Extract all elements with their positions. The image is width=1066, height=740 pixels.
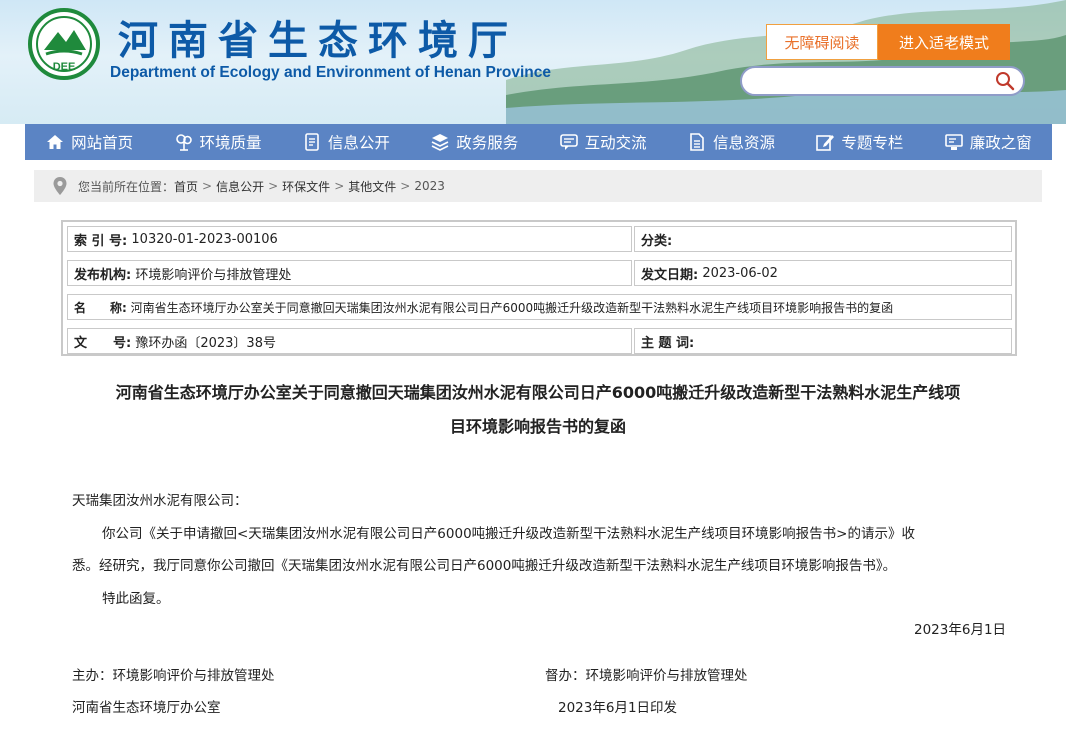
letter-closing: 特此函复。 <box>102 591 170 607</box>
site-subtitle: Department of Ecology and Environment of… <box>110 64 551 81</box>
letter-body-line: 悉。经研究，我厅同意你公司撤回《天瑞集团汝州水泥有限公司日产6000吨搬迁升级改… <box>72 558 897 574</box>
nav-item-integrity-window[interactable]: 廉政之窗 <box>924 124 1052 160</box>
nav-item-label: 信息资源 <box>713 134 776 152</box>
meta-label: 名 称: <box>74 300 127 315</box>
nav-item-government-services[interactable]: 政务服务 <box>410 124 538 160</box>
logo-text: DEE <box>53 61 76 73</box>
chat-icon <box>559 134 578 150</box>
meta-label: 分类: <box>641 233 673 249</box>
main-nav: 网站首页 环境质量 信息公开 政务服务 互动交流 信息资源 专题专栏 廉政之窗 <box>25 124 1052 160</box>
nav-item-label: 网站首页 <box>71 134 134 152</box>
nav-item-label: 互动交流 <box>584 134 647 152</box>
letter-issued-date: 2023年6月1日印发 <box>558 700 678 716</box>
meta-keywords: 主 题 词: <box>634 328 1012 354</box>
accessibility-button[interactable]: 无障碍阅读 <box>766 24 878 60</box>
document-meta-table: 索 引 号: 10320-01-2023-00106 分类: 发布机构: 环境影… <box>61 220 1017 356</box>
breadcrumb: 您当前所在位置： 首页 > 信息公开 > 环保文件 > 其他文件 > 2023 <box>34 170 1042 202</box>
nav-item-interaction[interactable]: 互动交流 <box>539 124 667 160</box>
meta-index-number: 索 引 号: 10320-01-2023-00106 <box>67 226 632 252</box>
meta-value: 2023-06-02 <box>702 265 778 281</box>
nav-item-label: 专题专栏 <box>841 134 904 152</box>
meta-document-number: 文 号: 豫环办函〔2023〕38号 <box>67 328 632 354</box>
nav-item-home[interactable]: 网站首页 <box>25 124 153 160</box>
meta-publisher: 发布机构: 环境影响评价与排放管理处 <box>67 260 632 286</box>
search-box <box>740 66 1025 96</box>
nav-item-special-topics[interactable]: 专题专栏 <box>795 124 923 160</box>
layers-icon <box>431 134 449 151</box>
meta-label: 文 号: <box>74 335 132 351</box>
nav-item-label: 信息公开 <box>327 134 390 152</box>
document-title-line: 目环境影响报告书的复函 <box>449 417 626 436</box>
tree-icon <box>175 134 192 151</box>
meta-value: 豫环办函〔2023〕38号 <box>135 335 276 351</box>
letter-date: 2023年6月1日 <box>914 622 1007 638</box>
nav-item-environment-quality[interactable]: 环境质量 <box>153 124 281 160</box>
breadcrumb-home[interactable]: 首页 <box>174 178 198 195</box>
meta-label: 主 题 词: <box>641 335 695 351</box>
letter-issuing-office: 河南省生态环境厅办公室 <box>72 700 221 716</box>
breadcrumb-separator: > <box>202 179 213 193</box>
meta-value: 环境影响评价与排放管理处 <box>135 267 292 283</box>
letter-host-department: 主办：环境影响评价与排放管理处 <box>72 668 275 684</box>
breadcrumb-separator: > <box>400 179 411 193</box>
meta-label: 发布机构: <box>74 267 132 283</box>
elder-mode-button[interactable]: 进入适老模式 <box>878 24 1010 60</box>
search-icon[interactable] <box>995 71 1015 91</box>
nav-item-label: 廉政之窗 <box>969 134 1032 152</box>
meta-label: 发文日期: <box>641 267 699 283</box>
document-title: 河南省生态环境厅办公室关于同意撤回天瑞集团汝州水泥有限公司日产6000吨搬迁升级… <box>40 376 1036 444</box>
nav-item-information-resources[interactable]: 信息资源 <box>667 124 795 160</box>
home-icon <box>47 135 64 149</box>
meta-document-name: 名 称: 河南省生态环境厅办公室关于同意撤回天瑞集团汝州水泥有限公司日产6000… <box>67 294 1012 320</box>
letter-body-line: 你公司《关于申请撤回<天瑞集团汝州水泥有限公司日产6000吨搬迁升级改造新型干法… <box>102 526 915 542</box>
dee-logo: DEE <box>28 8 100 80</box>
site-header: DEE 河南省生态环境厅 Department of Ecology and E… <box>0 0 1066 124</box>
nav-item-label: 政务服务 <box>456 134 519 152</box>
meta-issue-date: 发文日期: 2023-06-02 <box>634 260 1012 286</box>
file-list-icon <box>690 133 704 151</box>
breadcrumb-current: 2023 <box>414 179 445 193</box>
letter-addressee: 天瑞集团汝州水泥有限公司： <box>72 493 248 509</box>
breadcrumb-separator: > <box>334 179 345 193</box>
document-icon <box>305 133 319 151</box>
document-title-line: 河南省生态环境厅办公室关于同意撤回天瑞集团汝州水泥有限公司日产6000吨搬迁升级… <box>115 383 961 402</box>
location-pin-icon <box>53 177 67 195</box>
meta-value: 河南省生态环境厅办公室关于同意撤回天瑞集团汝州水泥有限公司日产6000吨搬迁升级… <box>130 300 894 315</box>
letter-supervising-department: 督办：环境影响评价与排放管理处 <box>545 668 748 684</box>
search-input[interactable] <box>756 71 986 91</box>
breadcrumb-prefix: 您当前所在位置： <box>78 179 175 194</box>
nav-item-label: 环境质量 <box>199 134 262 152</box>
monitor-icon <box>944 134 963 150</box>
meta-label: 索 引 号: <box>74 233 128 249</box>
breadcrumb-info-disclosure[interactable]: 信息公开 <box>216 178 264 195</box>
breadcrumb-separator: > <box>268 179 279 193</box>
meta-value: 10320-01-2023-00106 <box>131 231 278 247</box>
breadcrumb-other-documents[interactable]: 其他文件 <box>348 178 396 195</box>
breadcrumb-env-documents[interactable]: 环保文件 <box>282 178 330 195</box>
site-title: 河南省生态环境厅 <box>118 18 518 64</box>
edit-icon <box>816 135 835 151</box>
nav-item-information-disclosure[interactable]: 信息公开 <box>282 124 410 160</box>
header-landscape-illustration <box>506 0 1066 124</box>
meta-category: 分类: <box>634 226 1012 252</box>
